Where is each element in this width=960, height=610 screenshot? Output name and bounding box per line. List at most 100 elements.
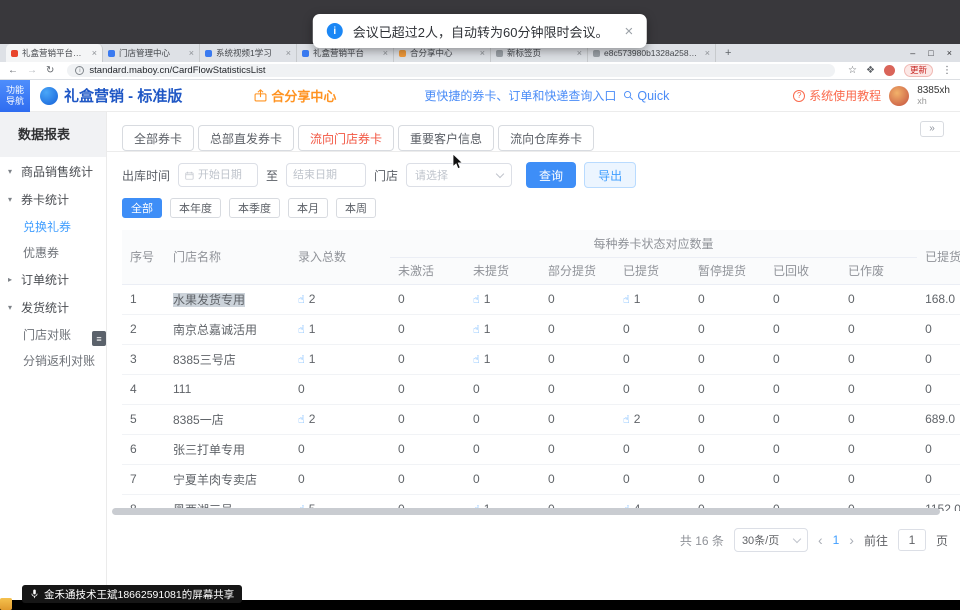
cell-count: 0 bbox=[465, 464, 540, 494]
export-button[interactable]: 导出 bbox=[584, 162, 636, 188]
tutorial-link[interactable]: ? 系统使用教程 bbox=[793, 87, 881, 104]
cell-count[interactable]: ☝1 bbox=[290, 314, 390, 344]
new-tab-button[interactable]: + bbox=[716, 44, 740, 62]
cell-count[interactable]: ☝1 bbox=[615, 284, 690, 314]
content-tab[interactable]: 流向仓库券卡 bbox=[498, 125, 594, 151]
browser-tab[interactable]: 系统视频1学习× bbox=[200, 44, 297, 62]
range-chip[interactable]: 本月 bbox=[288, 198, 328, 218]
range-chip[interactable]: 本季度 bbox=[229, 198, 280, 218]
cell-no: 6 bbox=[122, 434, 165, 464]
stats-table-wrap: 序号 门店名称 录入总数 每种券卡状态对应数量 已提货金额 未激活 未提货 部分… bbox=[122, 230, 960, 511]
brand: 礼盒营销 - 标准版 bbox=[40, 85, 182, 106]
user-info[interactable]: 8385xh xh bbox=[917, 85, 950, 106]
promo-link[interactable]: 更快捷的券卡、订单和快递查询入口 bbox=[424, 87, 616, 104]
quick-search-link[interactable]: Quick bbox=[623, 89, 669, 103]
collapse-panel-button[interactable]: » bbox=[920, 121, 944, 137]
cell-count: 0 bbox=[615, 374, 690, 404]
sidebar-item[interactable]: 兑换礼券 bbox=[0, 213, 106, 239]
toast-close-icon[interactable]: × bbox=[624, 23, 633, 40]
sidebar-item[interactable]: 优惠券 bbox=[0, 239, 106, 265]
tab-close-icon[interactable]: × bbox=[286, 48, 291, 58]
cell-amount: 689.0 bbox=[917, 404, 960, 434]
link-hand-icon[interactable]: ☝ bbox=[298, 294, 305, 306]
sidebar-item[interactable]: 门店对账 bbox=[0, 321, 106, 347]
menu-icon[interactable]: ⋮ bbox=[942, 65, 952, 76]
cell-count[interactable]: ☝1 bbox=[465, 284, 540, 314]
link-hand-icon[interactable]: ☝ bbox=[623, 294, 630, 306]
goto-page-input[interactable] bbox=[898, 529, 926, 551]
col-status: 暂停提货 bbox=[690, 257, 765, 284]
cell-count[interactable]: ☝2 bbox=[290, 404, 390, 434]
url-text: standard.maboy.cn/CardFlowStatisticsList bbox=[89, 65, 265, 76]
sidebar-item[interactable]: ▾发货统计 bbox=[0, 293, 106, 321]
tab-close-icon[interactable]: × bbox=[480, 48, 485, 58]
sidebar-item[interactable]: 分销返利对账 bbox=[0, 347, 106, 373]
current-page[interactable]: 1 bbox=[833, 533, 840, 547]
user-avatar[interactable] bbox=[889, 86, 909, 106]
close-button[interactable]: × bbox=[947, 48, 952, 58]
link-hand-icon[interactable]: ☝ bbox=[473, 294, 480, 306]
sidebar-collapse-handle[interactable]: ≡ bbox=[92, 331, 106, 346]
tab-close-icon[interactable]: × bbox=[189, 48, 194, 58]
cell-no: 7 bbox=[122, 464, 165, 494]
page-size-select[interactable]: 30条/页 bbox=[734, 528, 808, 552]
back-button[interactable]: ← bbox=[8, 66, 18, 76]
end-date-field[interactable] bbox=[293, 169, 359, 181]
range-chip[interactable]: 本年度 bbox=[170, 198, 221, 218]
link-hand-icon[interactable]: ☝ bbox=[298, 324, 305, 336]
function-nav-button[interactable]: 功能 导航 bbox=[0, 80, 30, 112]
cell-count: 0 bbox=[840, 404, 917, 434]
table-row: 38385三号店☝10☝1000000 bbox=[122, 344, 960, 374]
cell-count[interactable]: ☝1 bbox=[465, 314, 540, 344]
sidebar-item[interactable]: ▸订单统计 bbox=[0, 265, 106, 293]
range-chip[interactable]: 全部 bbox=[122, 198, 162, 218]
link-hand-icon[interactable]: ☝ bbox=[298, 354, 305, 366]
reload-button[interactable]: ↻ bbox=[46, 66, 54, 76]
sidebar-item[interactable]: ▾商品销售统计 bbox=[0, 157, 106, 185]
col-store: 门店名称 bbox=[165, 230, 290, 284]
bookmark-star-icon[interactable]: ☆ bbox=[848, 65, 857, 76]
link-hand-icon[interactable]: ☝ bbox=[623, 414, 630, 426]
sidebar-item[interactable]: ▾券卡统计 bbox=[0, 185, 106, 213]
minimize-button[interactable]: – bbox=[910, 48, 915, 58]
cell-count[interactable]: ☝2 bbox=[615, 404, 690, 434]
horizontal-scrollbar[interactable] bbox=[112, 508, 940, 515]
next-page-button[interactable]: › bbox=[849, 532, 854, 548]
profile-avatar[interactable] bbox=[884, 65, 895, 76]
tab-close-icon[interactable]: × bbox=[577, 48, 582, 58]
link-hand-icon[interactable]: ☝ bbox=[473, 354, 480, 366]
content-tab[interactable]: 总部直发券卡 bbox=[198, 125, 294, 151]
prev-page-button[interactable]: ‹ bbox=[818, 532, 823, 548]
cell-count[interactable]: ☝1 bbox=[290, 344, 390, 374]
tab-close-icon[interactable]: × bbox=[705, 48, 710, 58]
tab-close-icon[interactable]: × bbox=[92, 48, 97, 58]
start-date-input[interactable] bbox=[178, 163, 258, 187]
col-status: 已作废 bbox=[840, 257, 917, 284]
forward-button[interactable]: → bbox=[27, 66, 37, 76]
cell-count: 0 bbox=[540, 284, 615, 314]
end-date-input[interactable] bbox=[286, 163, 366, 187]
sidebar-item-label: 商品销售统计 bbox=[21, 163, 93, 180]
tab-close-icon[interactable]: × bbox=[383, 48, 388, 58]
cell-count: 0 bbox=[615, 434, 690, 464]
content-tab[interactable]: 重要客户信息 bbox=[398, 125, 494, 151]
url-bar[interactable]: i standard.maboy.cn/CardFlowStatisticsLi… bbox=[67, 64, 835, 77]
extensions-icon[interactable]: ❖ bbox=[866, 65, 875, 76]
link-hand-icon[interactable]: ☝ bbox=[298, 414, 305, 426]
table-row: 58385一店☝2000☝2000689.0 bbox=[122, 404, 960, 434]
update-button[interactable]: 更新 bbox=[904, 64, 933, 77]
cell-count: 0 bbox=[765, 434, 840, 464]
share-center-link[interactable]: 合分享中心 bbox=[254, 86, 336, 105]
start-date-field[interactable] bbox=[198, 169, 251, 181]
site-info-icon[interactable]: i bbox=[75, 66, 84, 75]
browser-tab[interactable]: 礼盒营销平台管理中心× bbox=[6, 44, 103, 62]
maximize-button[interactable]: □ bbox=[928, 48, 933, 58]
content-tab[interactable]: 流向门店券卡 bbox=[298, 125, 394, 151]
cell-count[interactable]: ☝2 bbox=[290, 284, 390, 314]
content-tab[interactable]: 全部券卡 bbox=[122, 125, 194, 151]
browser-tab[interactable]: 门店管理中心× bbox=[103, 44, 200, 62]
link-hand-icon[interactable]: ☝ bbox=[473, 324, 480, 336]
cell-count[interactable]: ☝1 bbox=[465, 344, 540, 374]
search-button[interactable]: 查询 bbox=[526, 162, 576, 188]
range-chip[interactable]: 本周 bbox=[336, 198, 376, 218]
